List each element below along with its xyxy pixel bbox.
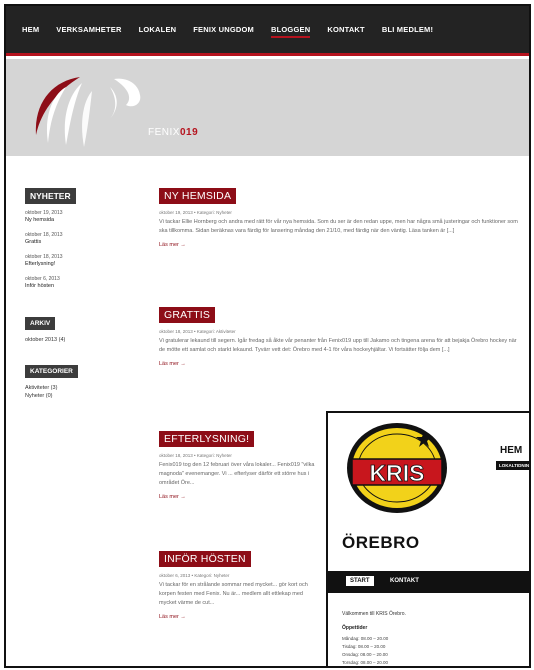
nav-item-verksamheter[interactable]: VERKSAMHETER xyxy=(56,25,121,34)
kris-city-title: ÖREBRO xyxy=(342,533,420,552)
read-more-link[interactable]: Läs mer → xyxy=(159,361,529,367)
site-logo-text[interactable]: FENIX019 xyxy=(148,127,198,138)
post-title[interactable]: INFÖR HÖSTEN xyxy=(159,551,251,567)
phoenix-logo-icon[interactable] xyxy=(22,73,172,153)
post-title[interactable]: NY HEMSIDA xyxy=(159,188,237,204)
sidebar-news-date: oktober 18, 2013 xyxy=(25,254,63,260)
post-meta: oktober 19, 2013 • Kategori: Nyheter xyxy=(159,210,232,215)
kris-welcome-text: Välkommen till KRIS Örebro. xyxy=(342,611,406,617)
post-excerpt: Vi gratulerar lekaund till segern. Igår … xyxy=(159,338,517,353)
read-more-link[interactable]: Läs mer → xyxy=(159,242,529,248)
sidebar-news-date: oktober 18, 2013 xyxy=(25,232,63,238)
sidebar-news-item[interactable]: oktober 19, 2013 Ny hemsida xyxy=(25,210,120,224)
kris-nav-hem[interactable]: HEM xyxy=(500,445,522,456)
logo-text-prefix: FENIX xyxy=(148,127,180,138)
nav-item-fenix-ungdom[interactable]: FENIX UNGDOM xyxy=(193,25,254,34)
blog-post: EFTERLYSNING! oktober 18, 2013 • Kategor… xyxy=(159,429,324,500)
kris-nav-lokaltidning[interactable]: LOKALTIDNING xyxy=(496,461,529,470)
sidebar-heading-nyheter: NYHETER xyxy=(25,188,76,204)
kris-hours-title: Öppettider xyxy=(342,625,368,631)
blog-post: GRATTIS oktober 18, 2013 • Kategori: Akt… xyxy=(159,305,529,367)
nav-item-kontakt[interactable]: KONTAKT xyxy=(327,25,365,34)
kris-badge-logo-icon[interactable]: KRIS xyxy=(344,421,450,515)
blog-post: NY HEMSIDA oktober 19, 2013 • Kategori: … xyxy=(159,186,529,248)
read-more-link[interactable]: Läs mer → xyxy=(159,494,324,500)
sidebar-heading-kategorier: KATEGORIER xyxy=(25,365,78,378)
kris-hours-row: Måndag: 08.00 – 20.00 xyxy=(342,636,389,641)
kris-hours-row: Onsdag: 08.00 – 20.00 xyxy=(342,652,388,657)
sidebar-news-item[interactable]: oktober 18, 2013 Efterlysning! xyxy=(25,254,120,268)
nav-item-hem[interactable]: HEM xyxy=(22,25,39,34)
sidebar-archive-link[interactable]: oktober 2013 (4) xyxy=(25,336,120,344)
post-title[interactable]: EFTERLYSNING! xyxy=(159,431,255,447)
kris-hours-row: Tisdag: 08.00 – 20.00 xyxy=(342,644,386,649)
read-more-link[interactable]: Läs mer → xyxy=(159,614,324,620)
sidebar-news-title[interactable]: Efterlysning! xyxy=(25,261,120,268)
sidebar-news-title[interactable]: Ny hemsida xyxy=(25,217,120,224)
post-meta: oktober 6, 2013 • Kategori: Nyheter xyxy=(159,573,230,578)
sidebar-news-item[interactable]: oktober 18, 2013 Grattis xyxy=(25,232,120,246)
kris-logo-text: KRIS xyxy=(370,460,425,486)
kris-tab-start[interactable]: START xyxy=(346,576,374,586)
sidebar-category-link[interactable]: Aktiviteter (3) xyxy=(25,384,120,392)
sidebar-heading-arkiv: ARKIV xyxy=(25,317,56,330)
kris-tab-kontakt[interactable]: KONTAKT xyxy=(390,578,419,584)
nav-item-lokalen[interactable]: LOKALEN xyxy=(139,25,177,34)
post-excerpt: Vi tackar för en strålande sommar med my… xyxy=(159,582,308,606)
post-title[interactable]: GRATTIS xyxy=(159,307,216,323)
nav-item-bli-medlem[interactable]: BLI MEDLEM! xyxy=(382,25,433,34)
logo-text-suffix: 019 xyxy=(179,127,199,138)
site-header: FENIX019 xyxy=(6,59,529,156)
kris-hours-row: Torsdag: 08.00 – 20.00 xyxy=(342,660,389,665)
sidebar-category-link[interactable]: Nyheter (0) xyxy=(25,392,120,400)
sidebar-news-date: oktober 19, 2013 xyxy=(25,210,63,216)
post-meta: oktober 18, 2013 • Kategori: Aktiviteter xyxy=(159,329,236,334)
sidebar: NYHETER oktober 19, 2013 Ny hemsida okto… xyxy=(25,186,120,400)
sidebar-news-title[interactable]: Grattis xyxy=(25,239,120,246)
post-excerpt: Vi tackar Ellie Hornberg och andra med r… xyxy=(159,219,518,234)
sidebar-news-date: oktober 6, 2013 xyxy=(25,276,60,282)
kris-site-overlay: KRIS HEM LOKALTIDNING ÖREBRO START KONTA… xyxy=(326,411,529,666)
post-excerpt: Fenix019 tog den 12 februari över våra l… xyxy=(159,462,315,486)
blog-post: INFÖR HÖSTEN oktober 6, 2013 • Kategori:… xyxy=(159,549,324,620)
main-nav: HEM VERKSAMHETER LOKALEN FENIX UNGDOM BL… xyxy=(6,6,529,56)
nav-item-bloggen[interactable]: BLOGGEN xyxy=(271,25,311,38)
sidebar-news-title[interactable]: Inför hösten xyxy=(25,283,120,290)
post-meta: oktober 18, 2013 • Kategori: Nyheter xyxy=(159,453,232,458)
screenshot-frame: HEM VERKSAMHETER LOKALEN FENIX UNGDOM BL… xyxy=(4,4,531,668)
sidebar-news-item[interactable]: oktober 6, 2013 Inför hösten xyxy=(25,276,120,290)
